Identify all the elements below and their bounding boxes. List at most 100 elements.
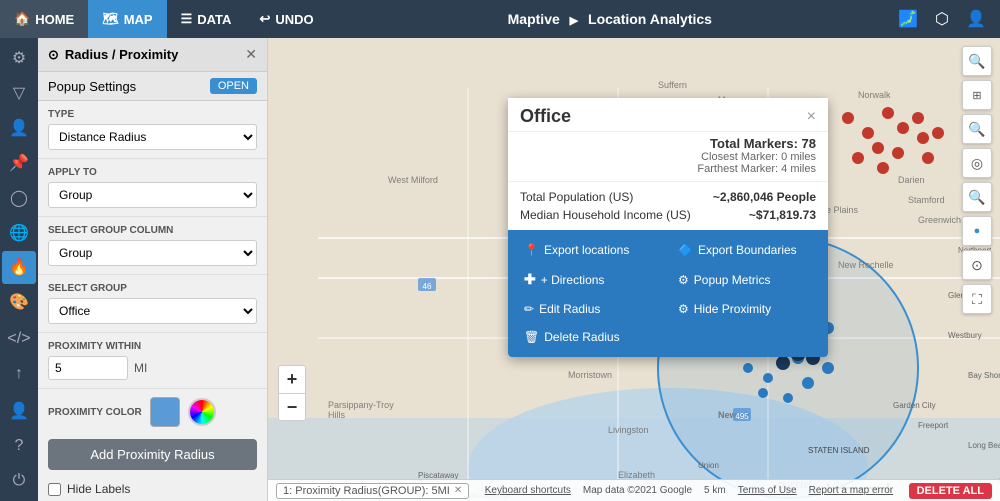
undo-icon: ↩ xyxy=(259,11,270,27)
proximity-tag-close[interactable]: ✕ xyxy=(454,485,462,496)
export-locations-icon: 📍 xyxy=(524,243,539,257)
svg-text:Westbury: Westbury xyxy=(948,331,982,340)
globe-icon-btn[interactable]: 🌐 xyxy=(2,216,36,249)
group-column-label: SELECT GROUP COLUMN xyxy=(48,225,257,236)
group-column-select[interactable]: Group xyxy=(48,240,257,266)
select-group-section: SELECT GROUP Office xyxy=(38,275,267,333)
share-icon-btn[interactable]: ↑ xyxy=(2,358,36,391)
proximity-input[interactable]: 5 xyxy=(48,356,128,380)
svg-text:46: 46 xyxy=(423,282,432,291)
panel-title: ⊙ Radius / Proximity xyxy=(48,47,178,63)
panel-header: ⊙ Radius / Proximity ✕ xyxy=(38,38,267,72)
directions-button[interactable]: ✚ + Directions xyxy=(516,266,666,293)
pin-icon-btn[interactable]: 📌 xyxy=(2,147,36,180)
power-icon-btn[interactable]: ⏻ xyxy=(2,464,36,497)
add-proximity-button[interactable]: Add Proximity Radius xyxy=(48,439,257,470)
map-ctrl-4[interactable]: 🔍 xyxy=(962,182,992,212)
popup-settings-label: Popup Settings xyxy=(48,79,136,94)
side-panel: ⊙ Radius / Proximity ✕ Popup Settings OP… xyxy=(38,38,268,501)
export-boundaries-button[interactable]: 🔷 Export Boundaries xyxy=(670,238,820,262)
zoom-in-button[interactable]: + xyxy=(278,365,306,393)
select-group-label: SELECT GROUP xyxy=(48,283,257,294)
radius-icon-btn[interactable]: 🔥 xyxy=(2,251,36,284)
undo-label: UNDO xyxy=(275,12,313,27)
person-icon-btn[interactable]: 👤 xyxy=(2,394,36,427)
zoom-out-button[interactable]: − xyxy=(278,393,306,421)
undo-button[interactable]: ↩ UNDO xyxy=(245,0,327,38)
panel-scroll: TYPE Distance Radius APPLY TO Group SELE… xyxy=(38,101,267,501)
color-wheel[interactable] xyxy=(188,398,216,426)
svg-text:Union: Union xyxy=(698,461,719,470)
hide-labels-label[interactable]: Hide Labels xyxy=(67,482,130,496)
top-bar-right: 🗾 ⬡ 👤 xyxy=(892,3,1000,35)
svg-text:Parsippany-Troy: Parsippany-Troy xyxy=(328,400,394,410)
svg-text:Morristown: Morristown xyxy=(568,370,612,380)
report-error-link[interactable]: Report a map error xyxy=(809,485,893,496)
top-bar: 🏠 HOME 🗺 MAP ☰ DATA ↩ UNDO Maptive ▶ Loc… xyxy=(0,0,1000,38)
export-locations-button[interactable]: 📍 Export locations xyxy=(516,238,666,262)
popup-farthest-marker: Farthest Marker: 4 miles xyxy=(697,163,816,175)
search-map-button[interactable]: 🔍 xyxy=(962,46,992,76)
edit-radius-button[interactable]: ✏ Edit Radius xyxy=(516,297,666,321)
data-icon: ☰ xyxy=(181,11,193,27)
map-ctrl-3[interactable]: ◎ xyxy=(962,148,992,178)
map-area[interactable]: West Milford Suffern Monsey Norwalk Dari… xyxy=(268,38,1000,501)
map-button[interactable]: 🗺 MAP xyxy=(88,0,166,38)
map-ctrl-2[interactable]: 🔍 xyxy=(962,114,992,144)
help-icon-btn[interactable]: ? xyxy=(2,429,36,462)
apply-to-select[interactable]: Group xyxy=(48,182,257,208)
apply-to-section: APPLY TO Group xyxy=(38,159,267,217)
color-picker-box[interactable] xyxy=(150,397,180,427)
code-icon-btn[interactable]: </> xyxy=(2,323,36,356)
main-layout: ⚙ ▽ 👤 📌 ◯ 🌐 🔥 🎨 </> ↑ 👤 ? ⏻ ⊙ Radius / P… xyxy=(0,38,1000,501)
delete-radius-button[interactable]: 🗑 Delete Radius xyxy=(516,325,666,349)
hide-proximity-button[interactable]: ⚙ Hide Proximity xyxy=(670,297,820,321)
palette-icon-btn[interactable]: 🎨 xyxy=(2,286,36,319)
proximity-unit: MI xyxy=(134,361,147,375)
proximity-within-label: PROXIMITY WITHIN xyxy=(48,341,257,352)
map-ctrl-6[interactable]: ⊙ xyxy=(962,250,992,280)
directions-icon: ✚ xyxy=(524,271,536,288)
data-button[interactable]: ☰ DATA xyxy=(167,0,246,38)
marker-icon-btn[interactable]: 👤 xyxy=(2,112,36,145)
svg-text:Suffern: Suffern xyxy=(658,80,687,90)
popup-header: Office × xyxy=(508,98,828,132)
delete-radius-icon: 🗑 xyxy=(524,330,539,344)
users-button[interactable]: 👤 xyxy=(960,3,992,35)
home-button[interactable]: 🏠 HOME xyxy=(0,0,88,38)
filter-icon-btn[interactable]: ▽ xyxy=(2,77,36,110)
popup-settings-open-button[interactable]: OPEN xyxy=(210,78,257,94)
svg-text:Freeport: Freeport xyxy=(918,421,949,430)
edit-radius-icon: ✏ xyxy=(524,302,534,316)
app-title: Maptive ▶ Location Analytics xyxy=(328,11,892,27)
svg-text:Garden City: Garden City xyxy=(893,401,936,410)
type-label: TYPE xyxy=(48,109,257,120)
map-ctrl-1[interactable]: ⊞ xyxy=(962,80,992,110)
delete-all-button[interactable]: DELETE ALL xyxy=(909,483,992,499)
svg-text:New Rochelle: New Rochelle xyxy=(838,260,894,270)
settings-icon-btn[interactable]: ⚙ xyxy=(2,42,36,75)
popup-metrics-button[interactable]: ⚙ Popup Metrics xyxy=(670,266,820,293)
proximity-tag-label: 1: Proximity Radius(GROUP): 5MI xyxy=(283,485,450,497)
apply-to-label: APPLY TO xyxy=(48,167,257,178)
map-right-controls: 🔍 ⊞ 🔍 ◎ 🔍 ● ⊙ ⛶ xyxy=(962,46,992,314)
select-group-select[interactable]: Office xyxy=(48,298,257,324)
popup-close-button[interactable]: × xyxy=(807,108,816,126)
panel-close-button[interactable]: ✕ xyxy=(245,46,257,63)
type-select[interactable]: Distance Radius xyxy=(48,124,257,150)
fullscreen-button[interactable]: ⛶ xyxy=(962,284,992,314)
terms-link[interactable]: Terms of Use xyxy=(738,485,797,496)
svg-text:Darien: Darien xyxy=(898,175,925,185)
type-section: TYPE Distance Radius xyxy=(38,101,267,159)
svg-text:Livingston: Livingston xyxy=(608,425,649,435)
map-ctrl-5[interactable]: ● xyxy=(962,216,992,246)
shape-icon-btn[interactable]: ◯ xyxy=(2,181,36,214)
svg-text:Stamford: Stamford xyxy=(908,195,945,205)
hide-labels-checkbox[interactable] xyxy=(48,483,61,496)
map-view-button[interactable]: 🗾 xyxy=(892,3,924,35)
svg-text:Greenwich: Greenwich xyxy=(918,215,961,225)
proximity-row: 5 MI xyxy=(48,356,257,380)
layers-button[interactable]: ⬡ xyxy=(926,3,958,35)
popup-data-row-population: Total Population (US) ~2,860,046 People xyxy=(520,188,816,206)
keyboard-shortcuts-link[interactable]: Keyboard shortcuts xyxy=(485,485,571,496)
